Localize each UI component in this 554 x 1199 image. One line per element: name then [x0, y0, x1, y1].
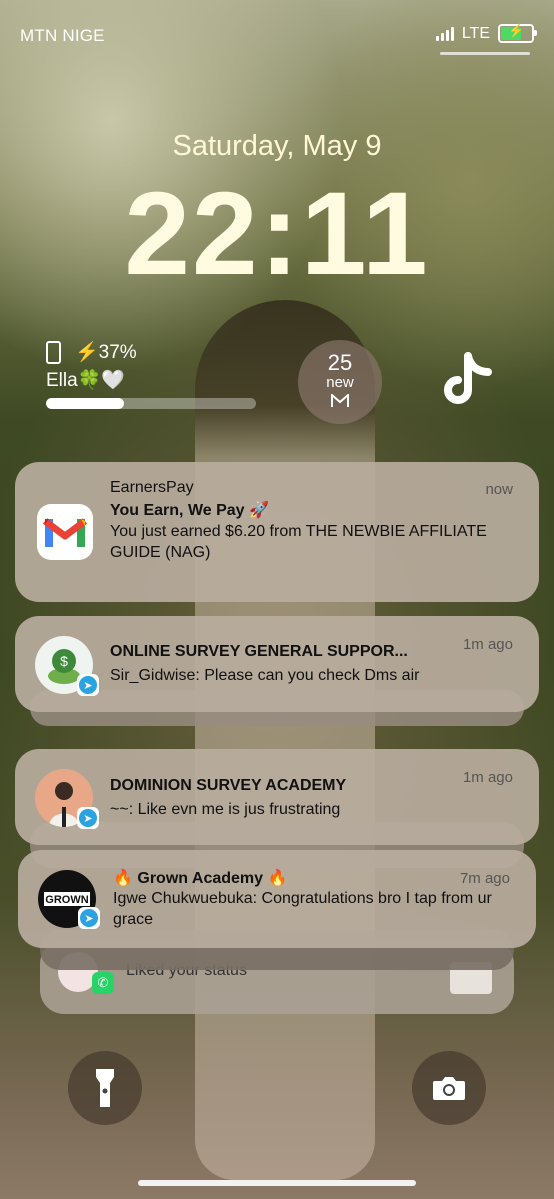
notification-body: Sir_Gidwise: Please can you check Dms ai…: [110, 667, 420, 684]
camera-icon: [433, 1077, 465, 1100]
grown-logo-text: GROWN: [45, 894, 88, 906]
carrier-name: MTN NIGE: [20, 26, 105, 45]
lock-time: 22:11: [124, 168, 430, 300]
lock-date: Saturday, May 9: [172, 130, 382, 162]
charging-bolt-icon: ⚡: [508, 23, 525, 38]
telegram-icon: ➤: [77, 674, 99, 696]
notification-time: 1m ago: [462, 636, 513, 653]
notification-title: You Earn, We Pay 🚀: [110, 502, 269, 519]
notification-grown-academy[interactable]: GROWN ➤ 🔥 Grown Academy 🔥 7m ago Igwe Ch…: [18, 850, 536, 948]
home-indicator[interactable]: [138, 1180, 416, 1186]
camera-button[interactable]: [412, 1051, 486, 1125]
notification-time: 7m ago: [459, 870, 510, 887]
gmail-widget-label: new: [326, 374, 354, 391]
status-bar: MTN NIGE LTE ⚡: [0, 22, 554, 48]
notification-body: You just earned $6.20 from THE NEWBIE AF…: [110, 523, 487, 561]
network-type: LTE: [461, 24, 490, 42]
status-indicators: LTE ⚡: [435, 23, 537, 43]
signal-icon: [435, 26, 454, 41]
battery-widget-device: Ella🍀🤍: [46, 370, 125, 391]
notification-app-name: EarnersPay: [110, 479, 194, 496]
battery-widget-percent: ⚡37%: [75, 342, 137, 363]
notification-dominion-survey[interactable]: ➤ DOMINION SURVEY ACADEMY 1m ago ~~: Lik…: [15, 749, 539, 845]
telegram-icon: ➤: [77, 807, 99, 829]
battery-icon: ⚡: [498, 23, 537, 43]
notification-body: Igwe Chukwuebuka: Congratulations bro I …: [113, 890, 492, 928]
control-center-indicator[interactable]: [440, 52, 530, 55]
battery-widget-bar-fill: [46, 398, 124, 409]
notification-title: ONLINE SURVEY GENERAL SUPPOR...: [110, 643, 408, 660]
notification-body: ~~: Like evn me is jus frustrating: [110, 801, 341, 818]
notification-title: 🔥 Grown Academy 🔥: [113, 870, 288, 887]
gmail-widget[interactable]: 25 new: [298, 340, 382, 424]
gmail-widget-count: 25: [327, 350, 353, 375]
gmail-icon: [37, 504, 93, 560]
flashlight-button[interactable]: [68, 1051, 142, 1125]
gmail-m-icon: [298, 392, 382, 412]
notification-online-survey[interactable]: $ ➤ ONLINE SURVEY GENERAL SUPPOR... 1m a…: [15, 616, 539, 712]
whatsapp-icon: ✆: [92, 972, 114, 994]
battery-widget-bar: [46, 398, 256, 409]
phone-icon: [46, 341, 61, 365]
notification-earnerspay[interactable]: EarnersPay now You Earn, We Pay 🚀 You ju…: [15, 462, 539, 602]
notification-time: 1m ago: [462, 769, 513, 786]
wallpaper-figure: [195, 300, 375, 1180]
notification-time: now: [485, 481, 513, 498]
notification-title: DOMINION SURVEY ACADEMY: [110, 777, 347, 794]
telegram-icon: ➤: [78, 907, 100, 929]
flashlight-icon: [96, 1069, 114, 1107]
svg-text:$: $: [60, 653, 68, 669]
battery-widget[interactable]: ⚡37%: [46, 340, 137, 365]
tiktok-icon[interactable]: [436, 350, 496, 412]
